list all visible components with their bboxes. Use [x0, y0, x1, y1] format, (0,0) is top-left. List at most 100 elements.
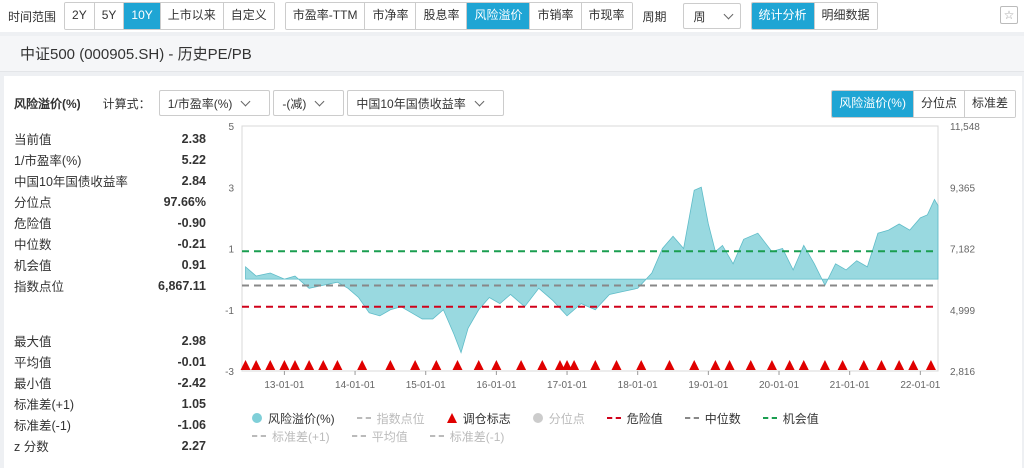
tab-std-dev[interactable]: 标准差 — [964, 91, 1015, 117]
dash-icon — [762, 417, 777, 419]
metric-ps-button[interactable]: 市销率 — [530, 3, 582, 29]
legend-label: 标准差(+1) — [272, 429, 330, 444]
stat-value: -2.42 — [177, 375, 207, 390]
formula-operand-1-select[interactable]: 1/市盈率(%) — [158, 90, 271, 116]
metric-dividend-yield-button[interactable]: 股息率 — [416, 3, 468, 29]
metric-risk-premium-button[interactable]: 风险溢价 — [467, 3, 531, 29]
stat-row: 标准差(+1) 1.05 — [14, 393, 206, 414]
stat-label: 指数点位 — [14, 280, 65, 294]
stat-value: -0.21 — [177, 236, 207, 251]
range-2y-button[interactable]: 2Y — [65, 3, 95, 29]
range-custom-button[interactable]: 自定义 — [223, 3, 274, 29]
plot-frame — [241, 125, 939, 372]
rebalance-marker — [611, 360, 622, 370]
rebalance-marker — [798, 360, 809, 370]
risk-premium-chart[interactable]: 5 3 1 -1 -3 11,548 9,365 7,182 4,999 2,816 13-01-0… — [218, 120, 1018, 410]
period-label: 周期 — [642, 9, 667, 24]
dot-icon — [252, 413, 262, 423]
metric-pb-button[interactable]: 市净率 — [365, 3, 417, 29]
rebalance-marker — [784, 360, 795, 370]
period-select[interactable]: 周 — [682, 3, 741, 29]
legend-item[interactable]: 中位数 — [684, 410, 741, 427]
legend-item[interactable]: 平均值 — [351, 428, 408, 445]
y-right-tick-label: 2,816 — [950, 367, 975, 378]
legend-row: 风险溢价(%) 指数点位 调仓标志 分位点 危险值 中位数 机会值 — [252, 409, 972, 427]
legend-item[interactable]: 标准差(-1) — [429, 428, 504, 445]
dash-icon — [351, 435, 366, 437]
rebalance-marker — [473, 360, 484, 370]
legend-label: 风险溢价(%) — [268, 411, 335, 426]
dash-icon — [252, 435, 266, 437]
range-10y-button[interactable]: 10Y — [124, 3, 161, 29]
legend-item[interactable]: 指数点位 — [356, 410, 425, 427]
stats-analysis-button[interactable]: 统计分析 — [751, 3, 815, 29]
x-tick-label: 19-01-01 — [688, 380, 728, 391]
legend-item[interactable]: 调仓标志 — [446, 410, 511, 427]
rebalance-marker — [819, 360, 830, 370]
dash-icon — [684, 417, 699, 419]
stat-label: 危险值 — [14, 217, 52, 231]
rebalance-marker — [724, 360, 735, 370]
rebalance-marker — [357, 360, 368, 370]
stat-value: 97.66% — [163, 194, 206, 209]
formula-label: 计算式： — [102, 96, 151, 111]
rebalance-marker — [837, 360, 848, 370]
range-label: 时间范围 — [8, 9, 57, 24]
formula-operand-2-select[interactable]: 中国10年国债收益率 — [347, 90, 504, 116]
stat-label: 中位数 — [14, 238, 52, 252]
stat-label: 分位点 — [14, 196, 52, 210]
x-tick-label: 17-01-01 — [547, 380, 587, 391]
formula-operator-value: -(减) — [282, 96, 307, 111]
stat-row: 1/市盈率(%) 5.22 — [14, 149, 206, 170]
stat-label: z 分数 — [14, 440, 49, 454]
detail-data-button[interactable]: 明细数据 — [814, 3, 877, 29]
triangle-icon — [446, 413, 457, 423]
stat-value: 1.05 — [181, 396, 206, 411]
tab-risk-premium[interactable]: 风险溢价(%) — [832, 91, 914, 117]
stat-value: 2.84 — [181, 173, 206, 188]
stat-value: 2.98 — [181, 333, 206, 348]
panel-title: 风险溢价(%) — [14, 96, 81, 111]
y-right-tick-label: 11,548 — [950, 122, 980, 133]
dot-icon — [532, 413, 543, 423]
dash-icon — [356, 417, 371, 419]
rebalance-marker — [516, 360, 527, 370]
star-icon[interactable]: ☆ — [1000, 6, 1018, 24]
summary-stats: 最大值 2.98 平均值 -0.01 最小值 -2.42 标准差(+1) 1.05 标准… — [14, 330, 206, 456]
stat-value: -1.06 — [177, 417, 207, 432]
stat-label: 当前值 — [14, 133, 52, 147]
legend-item[interactable]: 机会值 — [762, 410, 819, 427]
rebalance-marker — [289, 360, 300, 370]
legend-item[interactable]: 分位点 — [532, 410, 585, 427]
range-since-listing-button[interactable]: 上市以来 — [160, 3, 224, 29]
page-title: 中证500 (000905.SH) - 历史PE/PB — [0, 36, 1024, 72]
x-tick-label: 13-01-01 — [264, 380, 304, 391]
y-left-tick-label: 5 — [228, 122, 234, 133]
stat-row: z 分数 2.27 — [14, 435, 206, 456]
rebalance-marker — [385, 360, 396, 370]
formula-operator-select[interactable]: -(减) — [273, 90, 345, 116]
chart-view-tabs: 风险溢价(%) 分位点 标准差 — [831, 90, 1016, 118]
rebalance-marker — [766, 360, 777, 370]
legend-item[interactable]: 标准差(+1) — [252, 428, 330, 445]
period-value: 周 — [693, 9, 706, 24]
legend-item[interactable]: 危险值 — [606, 410, 663, 427]
tab-percentile[interactable]: 分位点 — [913, 91, 965, 117]
stat-label: 最小值 — [14, 377, 52, 391]
legend-label: 危险值 — [626, 411, 663, 426]
rebalance-marker — [410, 360, 421, 370]
stat-label: 标准差(-1) — [14, 419, 71, 433]
formula-operand-1-value: 1/市盈率(%) — [167, 96, 233, 111]
rebalance-marker — [318, 360, 329, 370]
stat-value: 2.38 — [181, 131, 206, 146]
legend-label: 指数点位 — [376, 411, 425, 426]
metric-pcf-button[interactable]: 市现率 — [581, 3, 632, 29]
stat-label: 1/市盈率(%) — [14, 154, 82, 168]
stat-label: 标准差(+1) — [14, 398, 75, 412]
dash-icon — [606, 417, 621, 419]
metric-pe-ttm-button[interactable]: 市盈率-TTM — [285, 3, 366, 29]
range-5y-button[interactable]: 5Y — [94, 3, 125, 29]
stat-row: 危险值 -0.90 — [14, 212, 206, 233]
legend-item[interactable]: 风险溢价(%) — [252, 410, 335, 427]
legend-label: 机会值 — [782, 411, 819, 426]
